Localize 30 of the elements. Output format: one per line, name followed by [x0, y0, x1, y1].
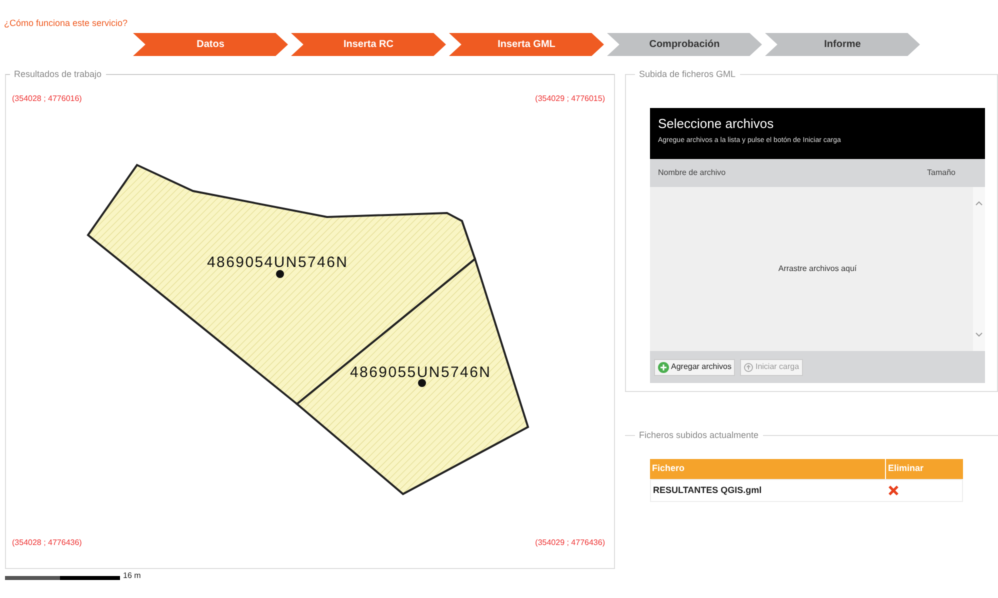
- scrollbar[interactable]: [973, 187, 985, 351]
- corner-coordinate: (354029 ; 4776015): [535, 93, 605, 105]
- panel-title: Resultados de trabajo: [10, 68, 106, 82]
- drop-zone[interactable]: Arrastre archivos aquí: [650, 187, 985, 351]
- corner-coordinate: (354029 ; 4776436): [535, 537, 605, 549]
- scroll-down-icon[interactable]: [975, 332, 983, 337]
- wizard-step: Datos: [133, 33, 288, 56]
- wizard-step: Inserta RC: [291, 33, 446, 56]
- column-header: Tamaño: [926, 167, 956, 179]
- centroid-dot: [276, 270, 284, 278]
- corner-coordinate: (354028 ; 4776016): [12, 93, 82, 105]
- column-header: Nombre de archivo: [658, 167, 727, 179]
- parcel-label: 4869054UN5746N: [207, 254, 347, 271]
- wizard-step: Inserta GML: [449, 33, 604, 56]
- column-header: Eliminar: [885, 459, 963, 479]
- column-header: Fichero: [651, 462, 686, 476]
- add-files-button[interactable]: Agregar archivos: [654, 358, 736, 376]
- uploader-title: Seleccione archivos: [658, 115, 775, 133]
- parcel-label: 4869055UN5746N: [350, 364, 490, 381]
- arrow-up-icon: [744, 362, 754, 372]
- wizard-step: Informe: [765, 33, 920, 56]
- corner-coordinate: (354028 ; 4776436): [12, 537, 82, 549]
- table-cell-text: RESULTANTES QGIS.gml: [652, 484, 763, 497]
- plus-icon: [658, 362, 669, 372]
- drop-hint: Arrastre archivos aquí: [778, 263, 857, 275]
- delete-icon[interactable]: [888, 485, 899, 496]
- centroid-dot: [418, 379, 426, 387]
- wizard-step: Comprobación: [607, 33, 762, 56]
- scale-label: 16 m: [123, 572, 141, 580]
- scroll-up-icon[interactable]: [975, 201, 983, 206]
